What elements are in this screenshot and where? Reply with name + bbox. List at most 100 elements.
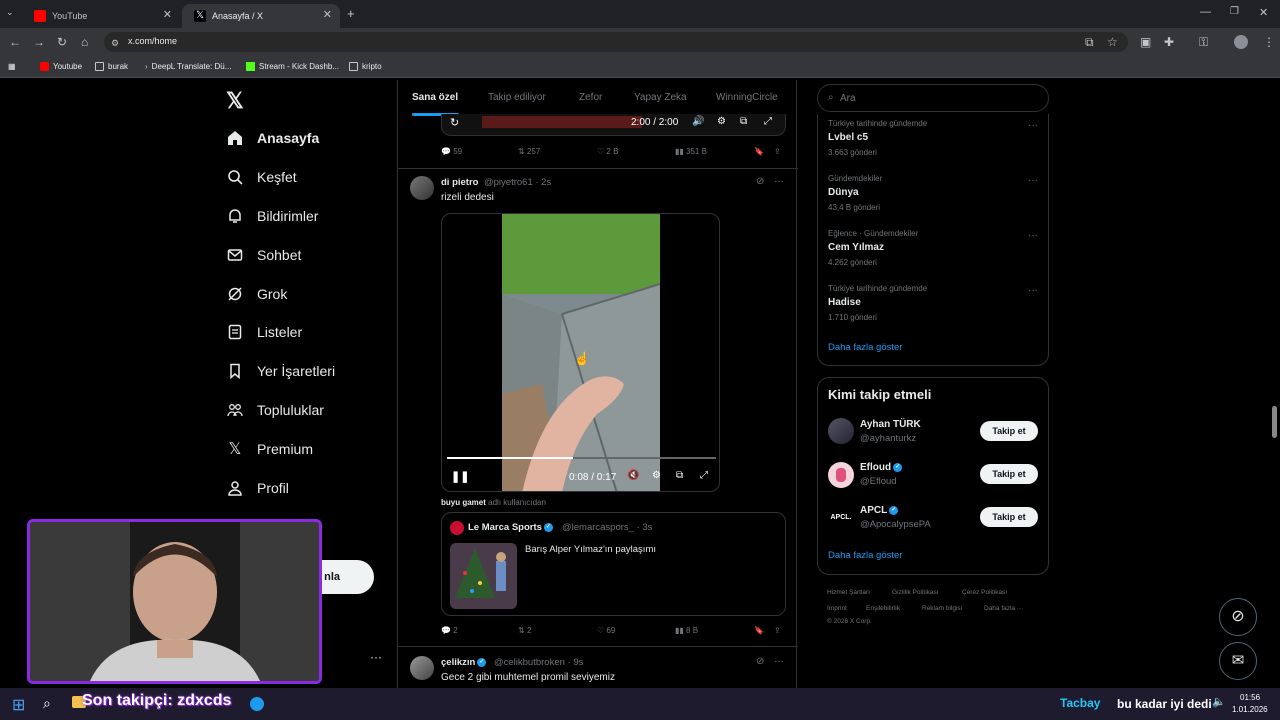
repost-button[interactable]: ⇅ 257	[518, 147, 540, 156]
sidebar-item-anasayfa[interactable]: Anasayfa	[226, 126, 319, 150]
bookmark-kick[interactable]: Stream - Kick Dashb...	[246, 62, 339, 71]
x-logo-icon[interactable]: 𝕏	[226, 88, 244, 114]
like-button[interactable]: ♡ 69	[597, 626, 615, 635]
share-icon[interactable]: ⇪	[774, 147, 781, 156]
sidebar-item-topluluklar[interactable]: Topluluklar	[226, 398, 324, 422]
footer-more-link[interactable]: Daha fazla ···	[984, 605, 1023, 612]
sidebar-item-listeler[interactable]: Listeler	[226, 320, 302, 344]
sidebar-item-yer-isaretleri[interactable]: Yer İşaretleri	[226, 359, 335, 383]
profile-avatar-icon[interactable]	[1234, 35, 1248, 49]
search-icon[interactable]: ⌕	[43, 695, 51, 712]
follow-button[interactable]: Takip et	[980, 421, 1038, 441]
fullscreen-icon[interactable]: ⤢	[700, 470, 708, 481]
windows-start-icon[interactable]: ⊞	[12, 695, 25, 715]
quoted-post[interactable]: Le Marca Sports ✓ @lemarcaspors_ · 3s Bar…	[441, 512, 786, 616]
sidebar-item-bildirimler[interactable]: Bildirimler	[226, 204, 318, 228]
grok-icon[interactable]: ⊘	[756, 176, 764, 187]
footer-cookie-link[interactable]: Çerez Politikası	[962, 589, 1007, 596]
author-name[interactable]: di pietro	[441, 177, 478, 188]
sidebar-item-profil[interactable]: Profil	[226, 476, 289, 500]
back-arrow-icon[interactable]: ←	[9, 34, 21, 50]
avatar[interactable]	[410, 656, 434, 680]
footer-imprint-link[interactable]: Imprint	[827, 605, 847, 612]
extension-icon[interactable]: ▣	[1140, 34, 1151, 50]
messages-float-button[interactable]: ✉	[1219, 642, 1257, 680]
tab-yapay-zeka[interactable]: Yapay Zeka	[634, 92, 687, 103]
close-window-button[interactable]: ✕	[1259, 6, 1268, 19]
reply-button[interactable]: 💬 59	[441, 147, 462, 156]
avatar[interactable]: APCL.	[828, 505, 854, 531]
bookmark-youtube[interactable]: Youtube	[40, 62, 82, 71]
footer-accessibility-link[interactable]: Erişilebilirlik	[866, 605, 900, 612]
home-browser-icon[interactable]: ⌂	[81, 34, 88, 50]
password-key-icon[interactable]: ⚿	[1199, 34, 1208, 50]
show-more-link[interactable]: Daha fazla göster	[828, 342, 902, 353]
views-button[interactable]: ▮▮ 8 B	[675, 626, 698, 635]
pip-icon[interactable]: ⧉	[740, 116, 747, 127]
bookmark-kripto[interactable]: kripto	[349, 62, 382, 71]
apps-grid-icon[interactable]: ▦	[8, 62, 16, 71]
address-bar[interactable]	[104, 32, 1128, 52]
footer-terms-link[interactable]: Hizmet Şartları	[827, 589, 870, 596]
clock-date[interactable]: 1.01.2026	[1232, 705, 1268, 714]
follow-button[interactable]: Takip et	[980, 464, 1038, 484]
more-icon[interactable]: ···	[1028, 120, 1038, 131]
quote-author-handle[interactable]: @lemarcaspors_ · 3s	[562, 522, 652, 533]
bookmark-star-icon[interactable]: ☆	[1107, 34, 1118, 50]
quote-author-name[interactable]: Le Marca Sports ✓	[468, 522, 553, 533]
tab-takip-ediliyor[interactable]: Takip ediliyor	[488, 92, 546, 103]
show-more-link[interactable]: Daha fazla göster	[828, 550, 902, 561]
install-app-icon[interactable]: ⧉	[1085, 34, 1094, 50]
new-tab-button[interactable]: +	[347, 6, 355, 21]
restore-window-button[interactable]: ❐	[1230, 6, 1239, 17]
bookmark-burak[interactable]: burak	[95, 62, 128, 71]
volume-icon[interactable]: 🔊	[692, 116, 704, 127]
more-icon[interactable]: ···	[774, 176, 784, 187]
pause-icon[interactable]: ❚❚	[451, 470, 469, 483]
author-handle[interactable]: @piyetro61 · 2s	[484, 177, 551, 188]
sidebar-item-kesfet[interactable]: Keşfet	[226, 165, 297, 189]
author-name[interactable]: çelikzın ✓	[441, 657, 487, 668]
site-info-icon[interactable]: ⚙	[111, 35, 119, 51]
grok-icon[interactable]: ⊘	[756, 656, 764, 667]
follow-button[interactable]: Takip et	[980, 507, 1038, 527]
more-icon[interactable]: ···	[774, 656, 784, 667]
reply-button[interactable]: 💬 2	[441, 626, 458, 635]
clock-time[interactable]: 01:56	[1240, 693, 1260, 702]
video-progress-track[interactable]	[447, 457, 716, 459]
more-icon[interactable]: ···	[1028, 175, 1038, 186]
sidebar-item-premium[interactable]: 𝕏 Premium	[226, 437, 313, 461]
avatar[interactable]	[828, 462, 854, 488]
share-icon[interactable]: ⇪	[774, 626, 781, 635]
author-handle[interactable]: @celikbutbroken · 9s	[494, 657, 583, 668]
bookmark-deepl[interactable]: › DeepL Translate: Dü...	[145, 62, 231, 71]
repost-button[interactable]: ⇅ 2	[518, 626, 531, 635]
minimize-window-button[interactable]: —	[1200, 6, 1211, 18]
tab-x-home[interactable]: 𝕏 Anasayfa / X ✕	[182, 4, 340, 28]
tab-list-icon[interactable]: ⌄	[6, 7, 14, 18]
pip-icon[interactable]: ⧉	[676, 470, 683, 481]
replay-icon[interactable]: ↻	[450, 116, 459, 129]
close-tab-icon[interactable]: ✕	[163, 8, 172, 21]
sidebar-item-grok[interactable]: Grok	[226, 282, 287, 306]
tab-winningcircle[interactable]: WinningCircle	[716, 92, 778, 103]
avatar[interactable]	[410, 176, 434, 200]
reload-icon[interactable]: ↻	[57, 34, 67, 50]
more-icon[interactable]: ···	[1028, 230, 1038, 241]
url-text[interactable]: x.com/home	[128, 36, 177, 46]
views-button[interactable]: ▮▮ 351 B	[675, 147, 707, 156]
tab-youtube[interactable]: YouTube ✕	[22, 4, 180, 28]
mute-icon[interactable]: 🔇	[627, 470, 639, 481]
footer-ads-link[interactable]: Reklam bilgisi	[922, 605, 962, 612]
footer-privacy-link[interactable]: Gizlilik Politikası	[892, 589, 939, 596]
avatar[interactable]	[828, 418, 854, 444]
sidebar-item-sohbet[interactable]: Sohbet	[226, 243, 301, 267]
fullscreen-icon[interactable]: ⤢	[764, 116, 772, 127]
settings-icon[interactable]: ⚙	[717, 116, 726, 127]
account-more-icon[interactable]: ···	[370, 650, 382, 664]
volume-tray-icon[interactable]: 🔈	[1212, 695, 1226, 708]
forward-arrow-icon[interactable]: →	[33, 34, 45, 50]
browser-menu-icon[interactable]: ⋮	[1263, 34, 1275, 50]
tab-zefor[interactable]: Zefor	[579, 92, 602, 103]
more-icon[interactable]: ···	[1028, 285, 1038, 296]
